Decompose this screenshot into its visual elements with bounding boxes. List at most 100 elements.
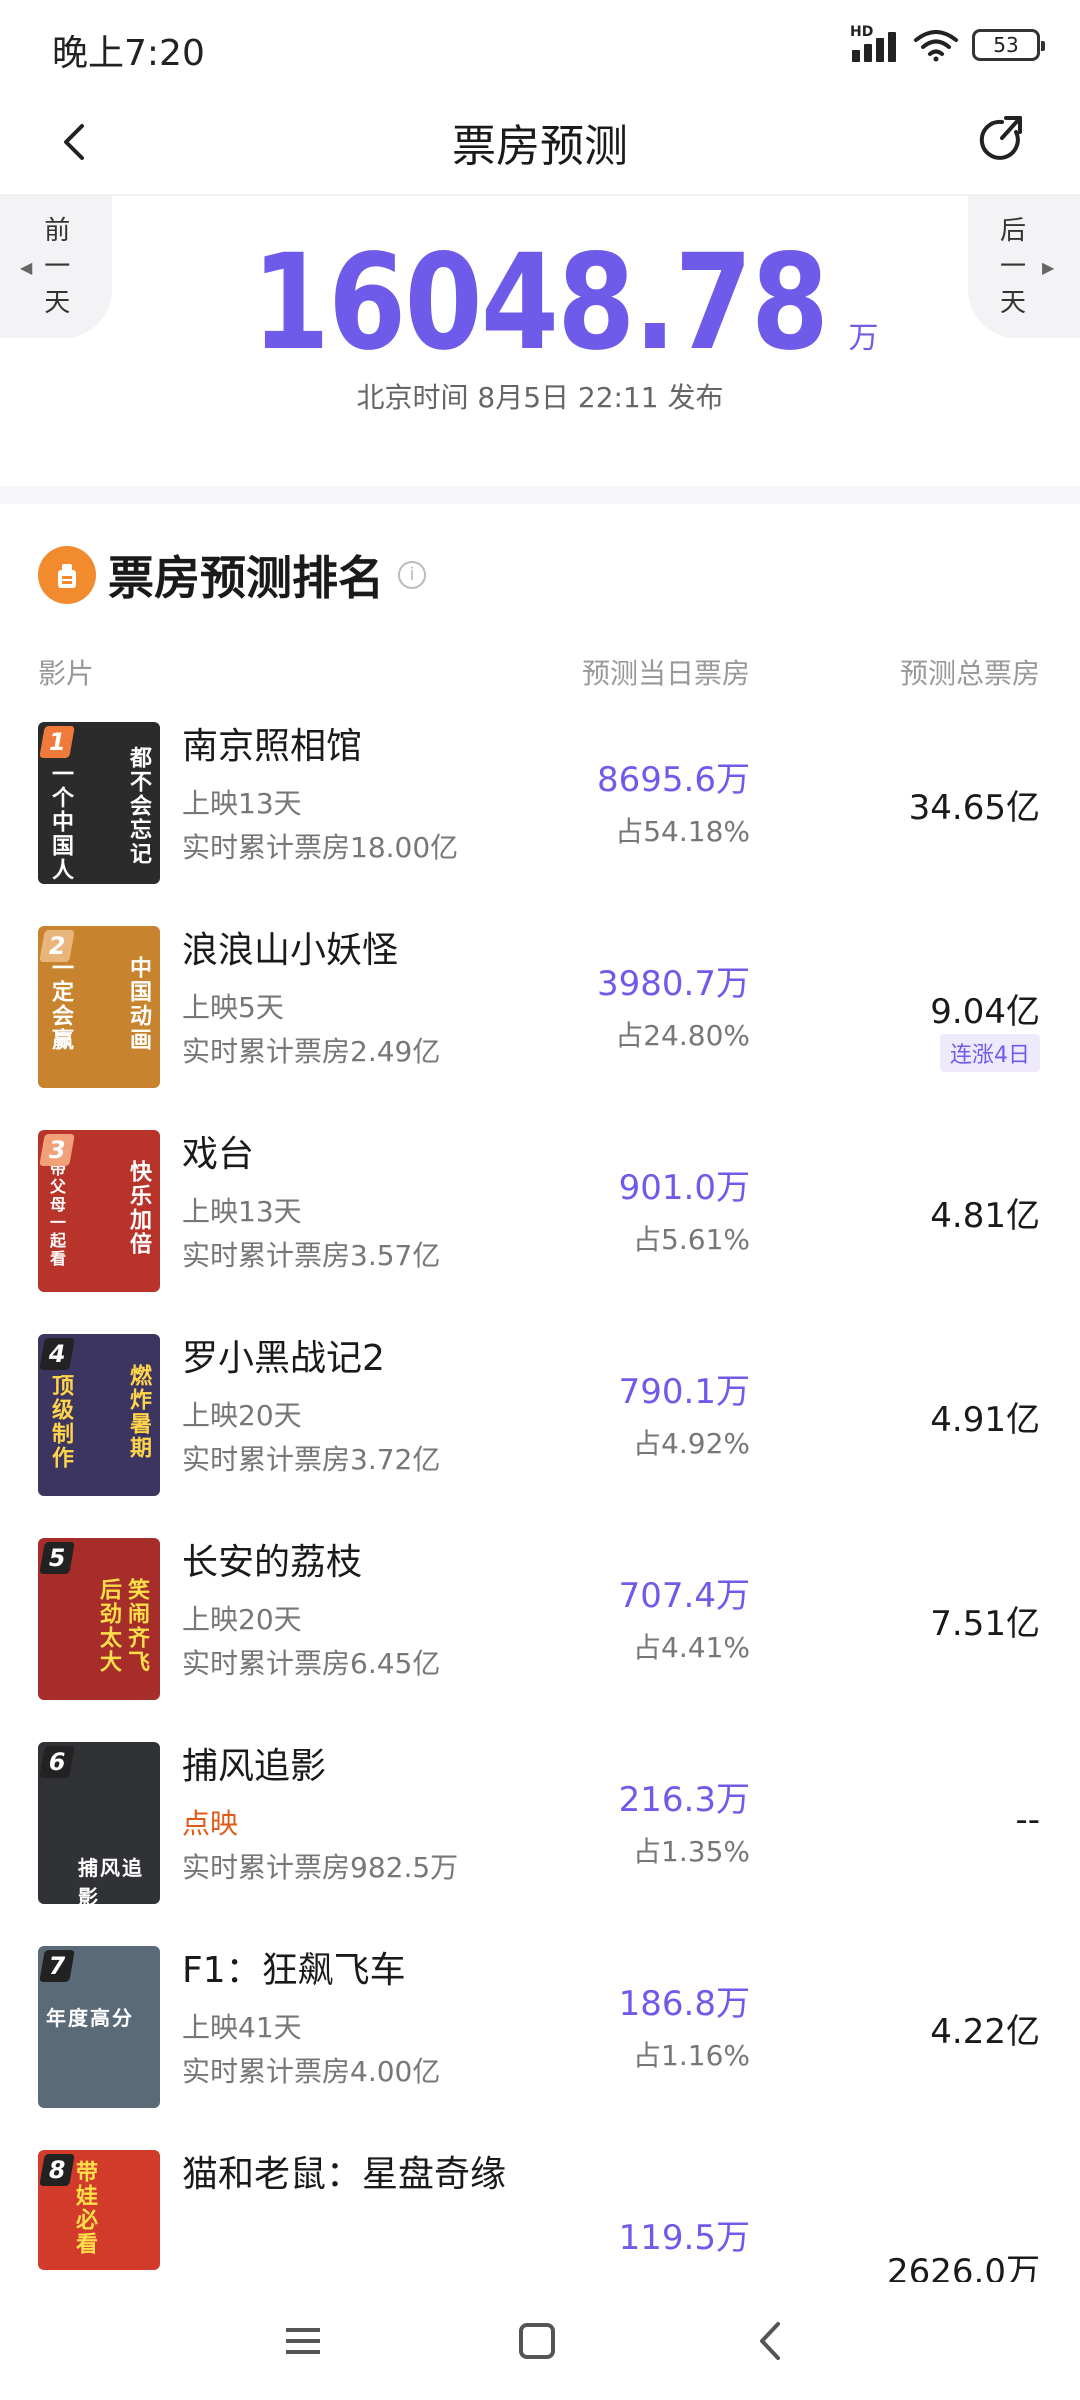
nav-bar: 票房预测 [0, 90, 1080, 196]
section-divider [0, 486, 1080, 504]
rank-badge: 5 [39, 1542, 75, 1574]
column-headers: 影片 预测当日票房 预测总票房 [38, 652, 1040, 702]
total-gross: 4.81亿 [930, 1196, 1040, 1236]
page-title: 票房预测 [452, 121, 628, 172]
day-share: 占4.41% [633, 1631, 750, 1664]
column-day-gross: 预测当日票房 [581, 657, 750, 690]
day-gross: 707.4万 [618, 1576, 750, 1616]
film-row[interactable]: 笑闹齐飞 后劲太大 5 长安的荔枝 上映20天 实时累计票房6.45亿 707.… [38, 1536, 1040, 1740]
day-share: 占5.61% [633, 1223, 750, 1256]
system-nav-bar [0, 2282, 1080, 2400]
total-gross: 4.91亿 [930, 1400, 1040, 1440]
film-name: 戏台 [182, 1134, 255, 1175]
total-gross: 7.51亿 [930, 1604, 1040, 1644]
status-time: 晚上7:20 [52, 33, 205, 74]
status-bar: 晚上7:20 HD 53 [0, 0, 1080, 90]
rank-badge: 2 [39, 930, 75, 962]
ranking-title: 票房预测排名 [108, 551, 384, 605]
poster-tagline: 一个中国人 [48, 762, 73, 882]
film-row[interactable]: 捕风追影 6 捕风追影 点映 实时累计票房982.5万 216.3万 占1.35… [38, 1740, 1040, 1944]
film-row[interactable]: 都不会忘记 一个中国人 1 南京照相馆 上映13天 实时累计票房18.00亿 8… [38, 720, 1040, 924]
publish-time: 北京时间 8月5日 22:11 发布 [356, 381, 724, 414]
film-poster: 年度高分 7 [38, 1946, 160, 2108]
film-poster: 中国动画 一定会赢 2 [38, 926, 160, 1088]
film-cumulative: 实时累计票房3.72亿 [182, 1443, 441, 1476]
total-gross: 4.22亿 [930, 2012, 1040, 2052]
poster-tagline: 一定会赢 [48, 956, 73, 1052]
share-icon[interactable] [972, 110, 1032, 170]
maoyan-logo-icon [38, 546, 96, 604]
signal-icon: HD [848, 24, 900, 62]
film-name: 罗小黑战记2 [182, 1338, 385, 1379]
poster-tagline: 燃炸暑期 [126, 1364, 151, 1460]
day-gross: 790.1万 [618, 1372, 750, 1412]
poster-tagline: 带娃必看 [72, 2160, 97, 2256]
status-icons: HD 53 [848, 24, 1045, 62]
film-name: 南京照相馆 [182, 726, 363, 767]
film-name: 猫和老鼠：星盘奇缘 [182, 2154, 507, 2195]
film-days: 上映20天 [182, 1603, 302, 1636]
network-type: HD [850, 24, 874, 40]
rank-badge: 4 [39, 1338, 75, 1370]
film-poster: 捕风追影 6 [38, 1742, 160, 1904]
film-cumulative: 实时累计票房982.5万 [182, 1851, 459, 1884]
film-poster: 快乐加倍 带父母一起看 3 [38, 1130, 160, 1292]
film-row[interactable]: 燃炸暑期 顶级制作 4 罗小黑战记2 上映20天 实时累计票房3.72亿 790… [38, 1332, 1040, 1536]
battery-icon: 53 [972, 29, 1045, 61]
film-name: F1：狂飙飞车 [182, 1950, 406, 1991]
day-gross: 119.5万 [618, 2218, 750, 2258]
battery-level: 53 [993, 33, 1019, 57]
wifi-icon [914, 30, 958, 62]
film-name: 捕风追影 [182, 1746, 327, 1787]
poster-tagline: 都不会忘记 [126, 746, 151, 866]
column-total-gross: 预测总票房 [899, 657, 1040, 690]
film-cumulative: 实时累计票房4.00亿 [182, 2055, 441, 2088]
total-gross: 34.65亿 [908, 788, 1040, 828]
film-name: 浪浪山小妖怪 [182, 930, 399, 971]
day-share: 占4.92% [633, 1427, 750, 1460]
film-row[interactable]: 年度高分 7 F1：狂飙飞车 上映41天 实时累计票房4.00亿 186.8万 … [38, 1944, 1040, 2148]
film-cumulative: 实时累计票房18.00亿 [182, 831, 459, 864]
menu-icon[interactable] [278, 2316, 328, 2366]
film-days: 上映41天 [182, 2011, 302, 2044]
film-cumulative: 实时累计票房2.49亿 [182, 1035, 441, 1068]
rank-badge: 7 [39, 1950, 75, 1982]
film-row[interactable]: 中国动画 一定会赢 2 浪浪山小妖怪 上映5天 实时累计票房2.49亿 3980… [38, 924, 1040, 1128]
home-icon[interactable] [512, 2316, 562, 2366]
film-cumulative: 实时累计票房6.45亿 [182, 1647, 441, 1680]
film-poster: 燃炸暑期 顶级制作 4 [38, 1334, 160, 1496]
day-gross: 8695.6万 [597, 760, 750, 800]
poster-tagline: 带父母一起看 [47, 1160, 66, 1268]
film-poster: 笑闹齐飞 后劲太大 5 [38, 1538, 160, 1700]
poster-tagline: 快乐加倍 [126, 1160, 151, 1256]
box-office-summary: ◀ 前 一 天 后 一 天 ▶ 16048.78 万 北京时间 8月5日 22:1… [0, 196, 1080, 486]
day-share: 占54.18% [615, 815, 750, 848]
total-forecast-value: 16048.78 [252, 226, 829, 380]
total-gross: -- [1015, 1800, 1040, 1840]
day-gross: 186.8万 [618, 1984, 750, 2024]
poster-tagline: 捕风追影 [78, 1856, 144, 1904]
film-list: 都不会忘记 一个中国人 1 南京照相馆 上映13天 实时累计票房18.00亿 8… [38, 720, 1040, 2352]
ranking-header: 票房预测排名 i [38, 540, 426, 610]
total-gross: 9.04亿 [930, 992, 1040, 1032]
streak-badge: 连涨4日 [940, 1034, 1040, 1072]
film-poster: 都不会忘记 一个中国人 1 [38, 722, 160, 884]
column-film: 影片 [38, 657, 95, 690]
day-gross: 3980.7万 [597, 964, 750, 1004]
film-row[interactable]: 快乐加倍 带父母一起看 3 戏台 上映13天 实时累计票房3.57亿 901.0… [38, 1128, 1040, 1332]
film-days: 上映20天 [182, 1399, 302, 1432]
film-days: 上映13天 [182, 787, 302, 820]
poster-tagline: 中国动画 [126, 956, 151, 1052]
info-icon[interactable]: i [398, 561, 426, 589]
poster-tagline: 年度高分 [46, 2006, 134, 2030]
rank-badge: 1 [39, 726, 75, 758]
poster-tagline: 后劲太大 [96, 1578, 121, 1674]
day-gross: 216.3万 [618, 1780, 750, 1820]
film-poster: 带娃必看 8 [38, 2150, 160, 2270]
back-icon[interactable] [746, 2316, 796, 2366]
film-days: 上映13天 [182, 1195, 302, 1228]
film-cumulative: 实时累计票房3.57亿 [182, 1239, 441, 1272]
rank-badge: 8 [39, 2154, 75, 2186]
day-share: 占24.80% [615, 1019, 750, 1052]
total-forecast: 16048.78 万 [0, 226, 1080, 380]
